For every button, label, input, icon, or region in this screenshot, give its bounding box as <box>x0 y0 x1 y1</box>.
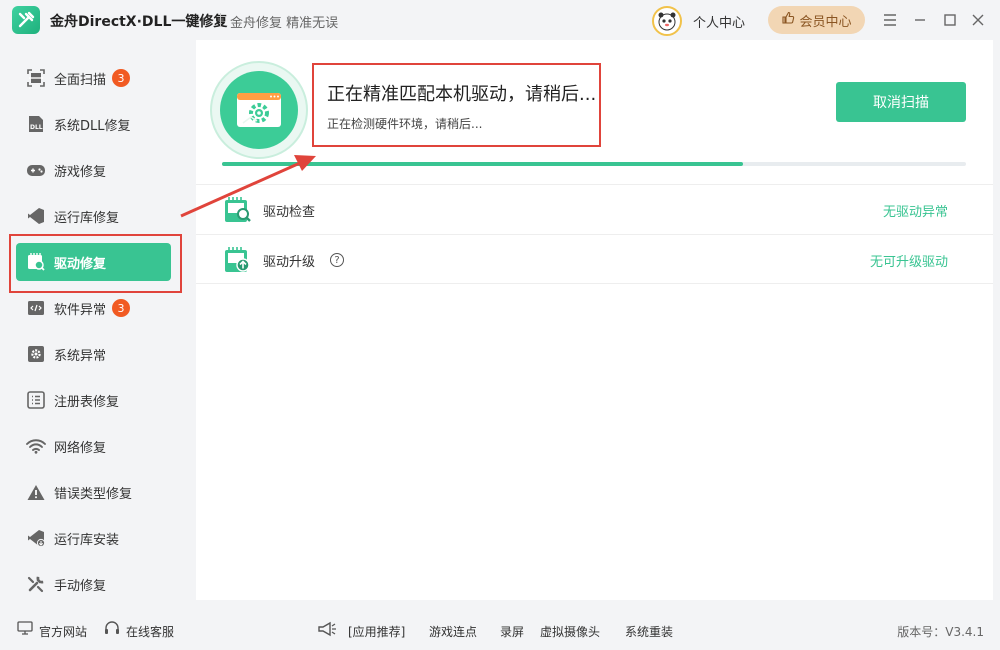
sidebar-item-software-error[interactable]: 软件异常 3 <box>16 289 171 327</box>
footer-bar: 官方网站 在线客服 [应用推荐] 游戏连点 录屏 虚拟摄像头 系统重装 版本号：… <box>0 610 1000 650</box>
sidebar-item-runtime-install[interactable]: 运行库安装 <box>16 519 171 557</box>
sidebar-item-system-dll[interactable]: DLL 系统DLL修复 <box>16 105 171 143</box>
sidebar-item-network[interactable]: 网络修复 <box>16 427 171 465</box>
result-label: 驱动检查 <box>263 205 316 220</box>
app-slogan: 金舟修复 精准无误 <box>230 16 339 31</box>
wifi-icon <box>26 436 46 456</box>
sidebar-item-manual[interactable]: 手动修复 <box>16 565 171 603</box>
official-site-link[interactable]: 官方网站 <box>39 623 87 640</box>
highlight-frame-sidebar <box>9 234 182 293</box>
scan-title: 正在精准匹配本机驱动，请稍后... <box>327 84 597 105</box>
sidebar-item-system-error[interactable]: 系统异常 <box>16 335 171 373</box>
app-title: 金舟DirectX·DLL一键修复 <box>50 14 228 30</box>
sidebar-item-label: 系统异常 <box>54 348 107 364</box>
scan-status-graphic <box>210 61 308 159</box>
sidebar-item-full-scan[interactable]: 全面扫描 3 <box>16 59 171 97</box>
gamepad-icon <box>26 160 46 180</box>
title-divider <box>220 13 221 27</box>
warning-icon <box>26 482 46 502</box>
wrench-icon <box>26 574 46 594</box>
code-icon <box>26 298 46 318</box>
count-badge: 3 <box>112 299 131 317</box>
scan-progress-fill <box>222 162 743 166</box>
app-recommend-label: [应用推荐] <box>348 625 406 639</box>
sidebar-item-label: 手动修复 <box>54 578 107 594</box>
sidebar-item-label: 游戏修复 <box>54 164 107 180</box>
user-center-link[interactable]: 个人中心 <box>693 12 745 31</box>
scan-progress-bar <box>222 162 966 166</box>
sidebar-item-label: 系统DLL修复 <box>54 118 131 134</box>
result-row-driver-upgrade: 驱动升级 ? 无可升级驱动 <box>196 234 993 284</box>
main-panel: 正在精准匹配本机驱动，请稍后... 正在检测硬件环境，请稍后... 取消扫描 驱… <box>196 40 993 600</box>
result-status: 无驱动异常 <box>882 205 948 220</box>
maximize-icon[interactable] <box>940 10 960 30</box>
close-icon[interactable] <box>968 10 988 30</box>
sidebar-item-label: 全面扫描 <box>54 72 107 88</box>
thumbs-up-icon <box>781 11 795 29</box>
sidebar-item-label: 网络修复 <box>54 440 107 456</box>
sidebar-item-label: 软件异常 <box>54 302 107 318</box>
title-bar: 金舟DirectX·DLL一键修复 金舟修复 精准无误 个人中心 会员中心 <box>0 0 1000 40</box>
sidebar-item-registry[interactable]: 注册表修复 <box>16 381 171 419</box>
scan-icon <box>26 68 46 88</box>
vip-center-button[interactable]: 会员中心 <box>768 6 865 34</box>
avatar[interactable] <box>652 6 682 36</box>
result-label: 驱动升级 <box>263 255 316 270</box>
list-icon <box>26 390 46 410</box>
footer-link-system-reinstall[interactable]: 系统重装 <box>625 623 673 640</box>
sidebar-item-label: 注册表修复 <box>54 394 120 410</box>
runtime-install-icon <box>26 528 46 548</box>
scanning-gear-icon <box>237 93 281 127</box>
footer-link-screen-record[interactable]: 录屏 <box>500 623 524 640</box>
help-icon[interactable]: ? <box>330 253 344 267</box>
result-status: 无可升级驱动 <box>869 255 948 270</box>
sidebar: 全面扫描 3 DLL 系统DLL修复 游戏修复 运行库修复 驱动修复 软件异常 … <box>0 40 190 610</box>
footer-link-auto-clicker[interactable]: 游戏连点 <box>429 623 477 640</box>
sidebar-item-game[interactable]: 游戏修复 <box>16 151 171 189</box>
sidebar-item-label: 错误类型修复 <box>54 486 133 502</box>
app-logo-icon <box>12 6 40 34</box>
sidebar-item-label: 运行库安装 <box>54 532 120 548</box>
scan-subtitle: 正在检测硬件环境，请稍后... <box>327 117 483 131</box>
dll-icon: DLL <box>26 114 46 134</box>
online-service-link[interactable]: 在线客服 <box>126 623 174 640</box>
menu-icon[interactable] <box>880 10 900 30</box>
sidebar-item-label: 运行库修复 <box>54 210 120 226</box>
footer-link-virtual-camera[interactable]: 虚拟摄像头 <box>540 623 600 640</box>
version-label: 版本号：V3.4.1 <box>897 625 984 639</box>
sidebar-item-runtime[interactable]: 运行库修复 <box>16 197 171 235</box>
result-row-driver-check: 驱动检查 无驱动异常 <box>196 184 993 234</box>
cancel-scan-button[interactable]: 取消扫描 <box>836 82 966 122</box>
driver-upgrade-icon <box>224 247 252 273</box>
headset-icon <box>104 621 120 639</box>
svg-text:DLL: DLL <box>30 124 43 131</box>
runtime-icon <box>26 206 46 226</box>
megaphone-icon <box>317 621 337 640</box>
monitor-icon <box>17 621 33 638</box>
vip-center-label: 会员中心 <box>799 14 852 30</box>
driver-check-icon <box>224 197 252 223</box>
sidebar-item-error-type[interactable]: 错误类型修复 <box>16 473 171 511</box>
gear-icon <box>26 344 46 364</box>
minimize-icon[interactable] <box>910 10 930 30</box>
count-badge: 3 <box>112 69 131 87</box>
